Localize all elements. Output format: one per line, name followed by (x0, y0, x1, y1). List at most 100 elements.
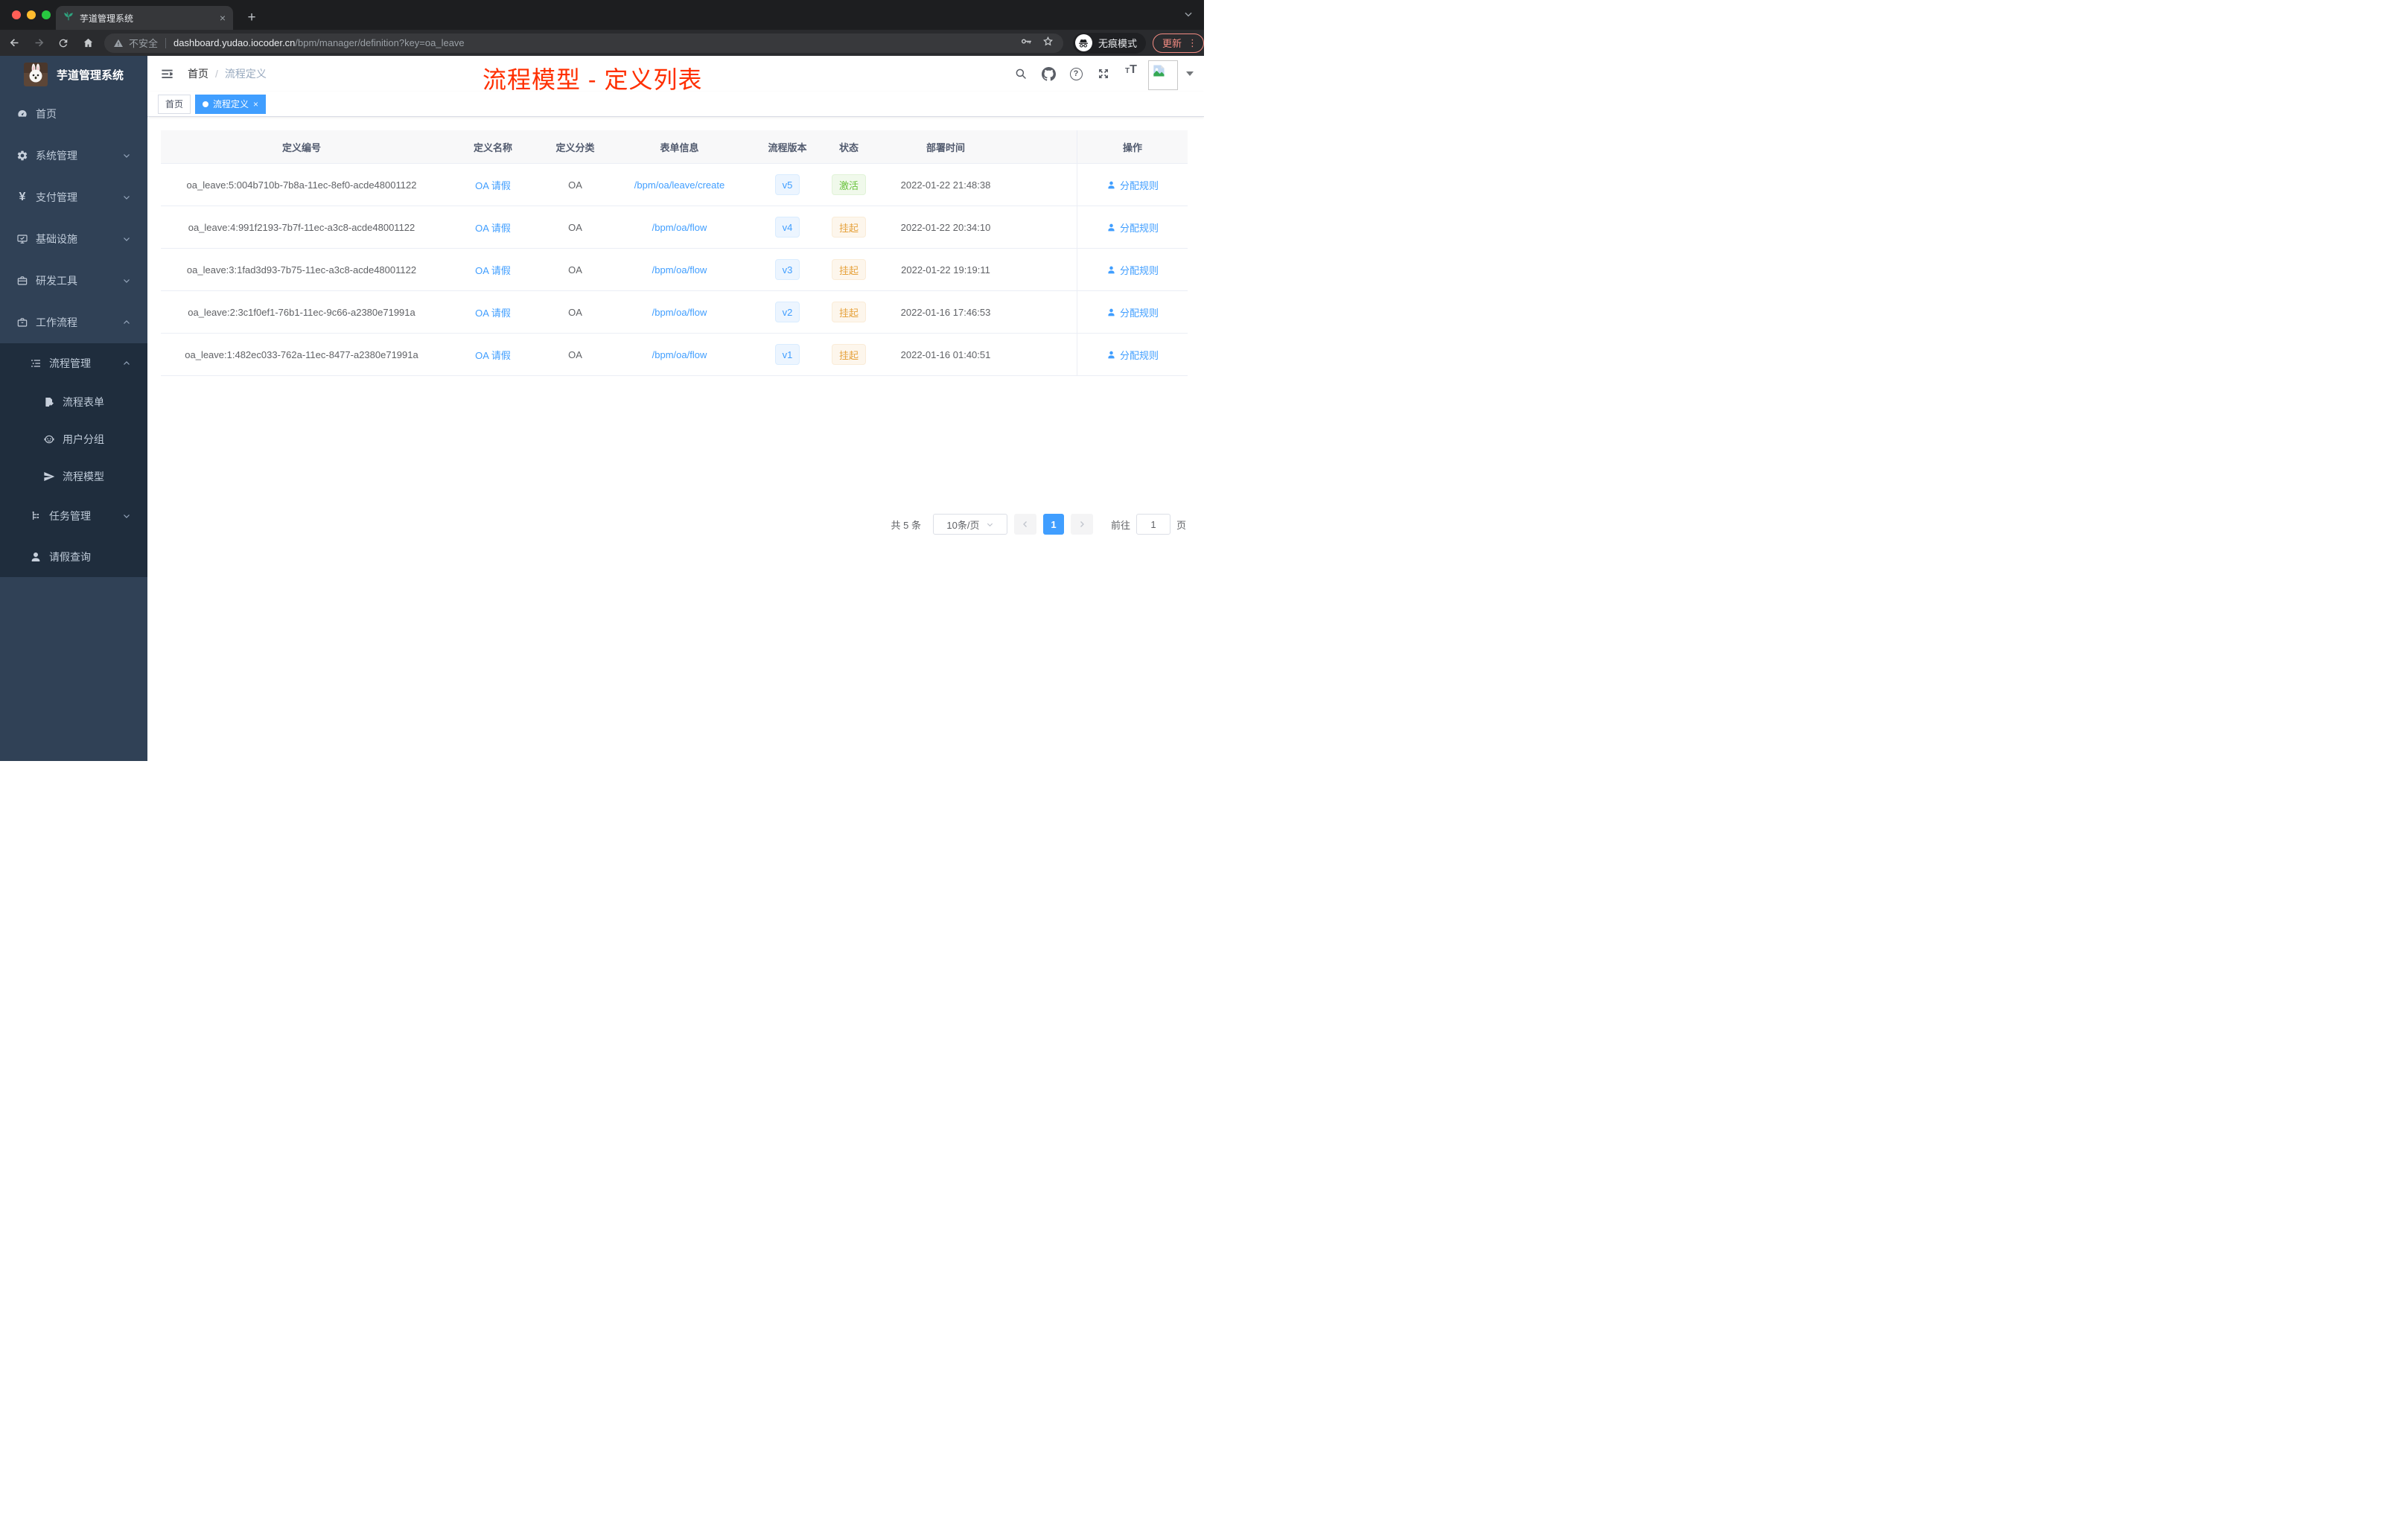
password-key-icon[interactable] (1020, 35, 1033, 51)
chevron-down-icon (122, 193, 131, 202)
sidebar-item-label: 请假查询 (49, 550, 91, 563)
update-menu-button[interactable]: 更新 ⋮ (1152, 33, 1204, 53)
tab-close-icon[interactable]: × (220, 13, 226, 23)
tag-process-definition[interactable]: 流程定义 × (195, 94, 267, 114)
home-button[interactable] (77, 33, 98, 54)
bookmark-star-icon[interactable] (1042, 35, 1054, 51)
sidebar-item-workflow[interactable]: 工作流程 (0, 302, 147, 343)
form-info-link[interactable]: /bpm/oa/flow (652, 264, 707, 276)
sidebar-item-process-form[interactable]: 流程表单 (0, 383, 147, 421)
reload-button[interactable] (53, 33, 74, 54)
list-icon (30, 357, 42, 369)
assign-rule-link[interactable]: 分配规则 (1120, 263, 1159, 277)
tag-close-icon[interactable]: × (253, 99, 258, 109)
github-icon[interactable] (1038, 63, 1059, 84)
fullscreen-icon[interactable] (1093, 63, 1114, 84)
search-icon[interactable] (1010, 63, 1031, 84)
form-info-link[interactable]: /bpm/oa/flow (652, 222, 707, 233)
definition-name-link[interactable]: OA 请假 (475, 220, 511, 235)
page-content: 定义编号 定义名称 定义分类 表单信息 流程版本 状态 部署时间 操作 oa_l… (147, 117, 1204, 761)
sidebar-item-infrastructure[interactable]: 基础设施 (0, 218, 147, 260)
table-row: oa_leave:4:991f2193-7b7f-11ec-a3c8-acde4… (161, 206, 1188, 249)
definition-category: OA (568, 179, 582, 191)
window-zoom-button[interactable] (42, 10, 51, 19)
form-info-link[interactable]: /bpm/oa/flow (652, 307, 707, 318)
sidebar-item-process-model[interactable]: 流程模型 (0, 458, 147, 495)
screenshot-root: 芋道管理系统 × + 不安全 dashboard.yudao.iocoder.c… (0, 0, 1204, 761)
assign-rule-link[interactable]: 分配规则 (1120, 220, 1159, 235)
page-size-select[interactable]: 10条/页 (932, 514, 1007, 535)
new-tab-button[interactable]: + (241, 7, 262, 28)
sidebar-logo[interactable]: 芋道管理系统 (0, 56, 147, 93)
sidebar-item-user-group[interactable]: 用户分组 (0, 421, 147, 458)
help-icon[interactable]: ? (1066, 63, 1086, 84)
status-badge: 挂起 (831, 302, 866, 322)
chevron-down-icon (122, 512, 131, 520)
definition-category: OA (568, 306, 582, 318)
security-warning-icon[interactable] (113, 38, 124, 48)
back-button[interactable] (4, 33, 25, 54)
tab-favicon-icon (63, 11, 74, 25)
tag-label: 首页 (165, 99, 184, 109)
sidebar-item-leave-query[interactable]: 请假查询 (0, 536, 147, 577)
definition-category: OA (568, 348, 582, 360)
breadcrumb-home[interactable]: 首页 (188, 66, 208, 81)
url-bar[interactable]: 不安全 dashboard.yudao.iocoder.cn/bpm/manag… (104, 33, 1063, 53)
form-info-link[interactable]: /bpm/oa/flow (652, 349, 707, 360)
definition-name-link[interactable]: OA 请假 (475, 348, 511, 362)
goto-page-input[interactable] (1135, 514, 1170, 535)
sidebar-item-devtools[interactable]: 研发工具 (0, 260, 147, 302)
pagination: 共 5 条 10条/页 1 前往 页 (891, 514, 1186, 535)
next-page-button[interactable] (1070, 514, 1093, 535)
window-close-button[interactable] (12, 10, 21, 19)
col-form-info: 表单信息 (660, 141, 699, 153)
monitor-icon (16, 233, 28, 245)
definition-name-link[interactable]: OA 请假 (475, 263, 511, 277)
col-spacer (1016, 130, 1077, 163)
sidebar-menu: 首页 系统管理 ¥ 支付管理 基础设施 研发工具 工作流程 流程管理 流程表单 … (0, 93, 147, 761)
form-info-link[interactable]: /bpm/oa/leave/create (634, 179, 724, 191)
forward-button[interactable] (28, 33, 49, 54)
avatar-caret-icon[interactable] (1186, 71, 1194, 76)
incognito-label: 无痕模式 (1098, 38, 1137, 49)
sidebar-item-home[interactable]: 首页 (0, 93, 147, 135)
definition-name-link[interactable]: OA 请假 (475, 178, 511, 192)
assign-rule-link[interactable]: 分配规则 (1120, 305, 1159, 319)
sidebar-item-label: 研发工具 (36, 275, 77, 287)
definition-id: oa_leave:4:991f2193-7b7f-11ec-a3c8-acde4… (188, 221, 415, 233)
tree-icon (30, 510, 42, 522)
definition-category: OA (568, 221, 582, 233)
tag-home[interactable]: 首页 (158, 94, 191, 114)
sidebar-item-label: 用户分组 (63, 433, 104, 445)
sidebar-item-process-management[interactable]: 流程管理 (0, 343, 147, 383)
page-number-button[interactable]: 1 (1042, 514, 1064, 535)
font-size-icon[interactable]: TT (1121, 63, 1141, 84)
assign-rule-link[interactable]: 分配规则 (1120, 178, 1159, 192)
person-icon (30, 551, 42, 563)
definition-name-link[interactable]: OA 请假 (475, 305, 511, 319)
robot-face-icon (43, 433, 55, 445)
version-badge: v5 (774, 174, 800, 195)
assign-rule-link[interactable]: 分配规则 (1120, 348, 1159, 362)
url-text[interactable]: dashboard.yudao.iocoder.cn/bpm/manager/d… (173, 37, 1015, 48)
sidebar-item-payment[interactable]: ¥ 支付管理 (0, 176, 147, 218)
definition-table: 定义编号 定义名称 定义分类 表单信息 流程版本 状态 部署时间 操作 oa_l… (161, 130, 1188, 376)
deploy-time: 2022-01-22 21:48:38 (900, 179, 991, 191)
sidebar-item-system[interactable]: 系统管理 (0, 135, 147, 176)
tab-search-icon[interactable] (1183, 9, 1194, 23)
browser-chrome: 芋道管理系统 × + 不安全 dashboard.yudao.iocoder.c… (0, 0, 1204, 56)
window-minimize-button[interactable] (27, 10, 36, 19)
sidebar-item-label: 工作流程 (36, 316, 77, 328)
table-body: oa_leave:5:004b710b-7b8a-11ec-8ef0-acde4… (161, 164, 1188, 376)
browser-tab[interactable]: 芋道管理系统 × (56, 6, 233, 30)
app-shell: 芋道管理系统 首页 系统管理 ¥ 支付管理 基础设施 研发工具 工作流程 流程管… (0, 56, 1204, 761)
sidebar-item-task-management[interactable]: 任务管理 (0, 495, 147, 536)
incognito-icon (1074, 34, 1092, 51)
user-avatar-broken-image[interactable] (1148, 60, 1178, 90)
hamburger-icon[interactable] (155, 62, 179, 86)
col-deploy-time: 部署时间 (926, 141, 965, 153)
table-row: oa_leave:5:004b710b-7b8a-11ec-8ef0-acde4… (161, 164, 1188, 206)
prev-page-button[interactable] (1013, 514, 1036, 535)
page-size-value: 10条/页 (946, 519, 980, 531)
browser-tabstrip: 芋道管理系统 × + (0, 0, 1204, 30)
